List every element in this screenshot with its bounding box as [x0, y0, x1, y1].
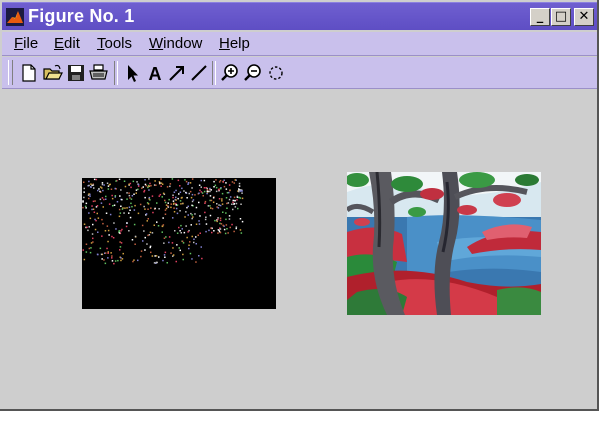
right-image-axes[interactable] — [347, 172, 541, 315]
save-icon[interactable] — [65, 62, 87, 84]
new-file-icon[interactable] — [18, 62, 40, 84]
menu-file-label: ile — [23, 35, 39, 52]
menu-edit-accel: E — [54, 35, 65, 52]
menu-edit-label: dit — [64, 35, 80, 52]
toolbar-grip[interactable] — [8, 60, 13, 85]
figure-window: Figure No. 1 _ □ ✕ File Edit Tools Windo… — [0, 0, 599, 411]
menu-tools[interactable]: Tools — [97, 35, 132, 52]
left-image-axes[interactable] — [82, 178, 276, 309]
menu-edit[interactable]: Edit — [54, 35, 80, 52]
menu-window-label: indow — [163, 35, 203, 52]
insert-text-icon[interactable]: A — [144, 62, 166, 84]
toolbar-separator — [212, 61, 216, 85]
maximize-button[interactable]: □ — [551, 8, 571, 26]
insert-line-icon[interactable] — [188, 62, 210, 84]
matlab-logo-icon — [6, 8, 24, 26]
window-title: Figure No. 1 — [28, 6, 135, 26]
menu-window[interactable]: Window — [149, 35, 202, 52]
menu-help[interactable]: Help — [219, 35, 250, 52]
print-icon[interactable] — [88, 62, 110, 84]
select-arrow-icon[interactable] — [122, 62, 144, 84]
painting-image — [347, 172, 541, 315]
menu-tools-accel: T — [97, 35, 105, 52]
menu-file[interactable]: File — [14, 35, 38, 52]
menu-window-accel: W — [149, 35, 164, 52]
zoom-out-icon[interactable] — [242, 62, 264, 84]
zoom-in-icon[interactable] — [219, 62, 241, 84]
close-button[interactable]: ✕ — [574, 8, 594, 26]
speckle-image — [82, 178, 244, 265]
toolbar-separator — [114, 61, 118, 85]
menu-bar: File Edit Tools Window Help — [2, 32, 597, 56]
minimize-button[interactable]: _ — [530, 8, 550, 26]
insert-text-glyph: A — [149, 64, 162, 84]
open-folder-icon[interactable] — [42, 62, 64, 84]
title-bar[interactable]: Figure No. 1 _ □ ✕ — [2, 2, 597, 30]
figure-toolbar: A — [2, 57, 597, 89]
insert-arrow-icon[interactable] — [166, 62, 188, 84]
menu-file-accel: F — [14, 35, 24, 52]
menu-help-label: elp — [229, 35, 250, 52]
menu-tools-label: ools — [104, 35, 133, 52]
menu-help-accel: H — [219, 35, 230, 52]
rotate-icon[interactable] — [265, 62, 287, 84]
